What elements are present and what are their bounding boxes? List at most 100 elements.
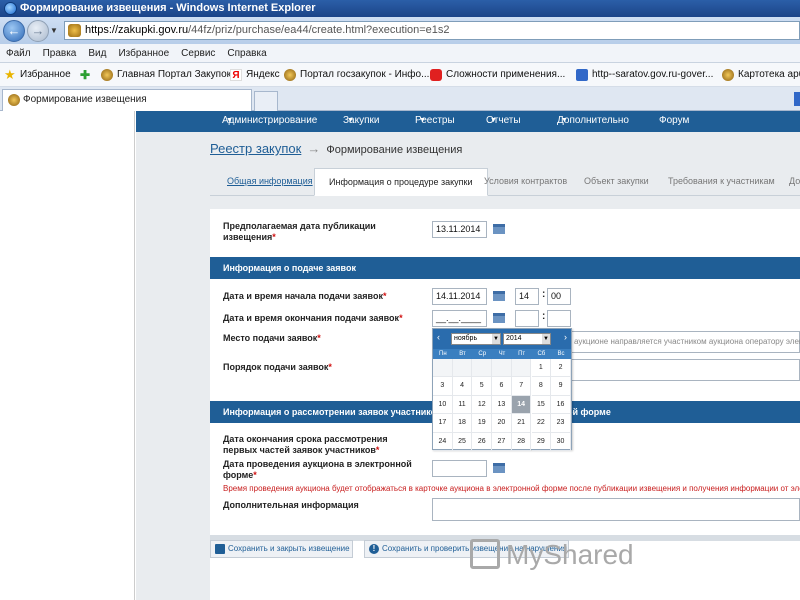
calendar-day[interactable]: 20 bbox=[492, 414, 512, 433]
calendar-day[interactable]: 7 bbox=[511, 377, 532, 396]
window-title-bar: Формирование извещения - Windows Interne… bbox=[0, 0, 800, 17]
tab-participant-requirements[interactable]: Требования к участникам bbox=[668, 168, 775, 196]
page-title: Формирование извещения bbox=[326, 144, 463, 156]
calendar-empty-cell bbox=[472, 359, 493, 378]
calendar-icon[interactable] bbox=[493, 291, 505, 301]
menu-edit[interactable]: Правка bbox=[37, 44, 83, 63]
calendar-day[interactable]: 28 bbox=[511, 432, 532, 451]
calendar-day[interactable]: 25 bbox=[452, 432, 473, 451]
calendar-icon[interactable] bbox=[493, 313, 505, 323]
start-hour-input[interactable]: 14 bbox=[515, 288, 539, 305]
calendar-day[interactable]: 26 bbox=[472, 432, 493, 451]
calendar-day[interactable]: 24 bbox=[433, 432, 453, 451]
end-minute-input[interactable] bbox=[547, 310, 571, 327]
forward-button[interactable]: → bbox=[27, 20, 49, 42]
calendar-day[interactable]: 5 bbox=[472, 377, 493, 396]
favorite-link-arbitration[interactable]: Картотека арб bbox=[722, 63, 800, 86]
favorites-button[interactable]: ★ Избранное bbox=[4, 63, 71, 86]
tab-general-info[interactable]: Общая информация bbox=[227, 168, 313, 196]
calendar-day[interactable]: 6 bbox=[492, 377, 512, 396]
home-icon[interactable] bbox=[794, 92, 800, 106]
chevron-left-icon[interactable]: ‹ bbox=[437, 332, 440, 342]
order-field[interactable] bbox=[570, 359, 800, 381]
tab-procedure-info[interactable]: Информация о процедуре закупки bbox=[314, 168, 488, 196]
calendar-day[interactable]: 14 bbox=[511, 395, 532, 415]
end-date-input[interactable]: __.__.____ bbox=[432, 310, 487, 327]
calendar-day[interactable]: 2 bbox=[551, 359, 571, 378]
chevron-down-icon: ▼ bbox=[561, 117, 568, 124]
left-blank-pane bbox=[0, 111, 135, 600]
menu-help[interactable]: Справка bbox=[221, 44, 272, 63]
calendar-empty-cell bbox=[511, 359, 532, 378]
calendar-day[interactable]: 12 bbox=[472, 395, 493, 415]
calendar-day[interactable]: 21 bbox=[511, 414, 532, 433]
add-favorites-icon[interactable]: ✚ bbox=[80, 63, 96, 86]
weekday-label: Вт bbox=[459, 351, 466, 357]
calendar-day[interactable]: 19 bbox=[472, 414, 493, 433]
menu-tools[interactable]: Сервис bbox=[175, 44, 221, 63]
section-applications-header: Информация о подаче заявок bbox=[210, 257, 800, 279]
calendar-day[interactable]: 16 bbox=[551, 395, 571, 415]
calendar-day[interactable]: 4 bbox=[452, 377, 473, 396]
calendar-day[interactable]: 8 bbox=[531, 377, 552, 396]
calendar-icon[interactable] bbox=[493, 463, 505, 473]
publication-date-input[interactable]: 13.11.2014 bbox=[432, 221, 487, 238]
browser-tab-active[interactable]: Формирование извещения bbox=[2, 89, 252, 111]
tab-contract-terms[interactable]: Условия контрактов bbox=[484, 168, 567, 196]
favorite-link-main-portal[interactable]: Главная Портал Закупок bbox=[101, 63, 231, 86]
youtube-icon bbox=[430, 69, 442, 81]
favorite-link-goszakupki[interactable]: Портал госзакупок - Инфо... bbox=[284, 63, 429, 86]
calendar-empty-cell bbox=[433, 359, 453, 378]
menu-view[interactable]: Вид bbox=[82, 44, 112, 63]
tab-purchase-object[interactable]: Объект закупки bbox=[584, 168, 649, 196]
calendar-icon[interactable] bbox=[493, 224, 505, 234]
address-path: /44fz/priz/purchase/ea44/create.html?exe… bbox=[188, 24, 450, 36]
calendar-day[interactable]: 10 bbox=[433, 395, 453, 415]
history-dropdown-icon[interactable]: ▼ bbox=[50, 26, 58, 35]
menu-file[interactable]: Файл bbox=[0, 44, 37, 63]
favorite-link-saratov[interactable]: http--saratov.gov.ru-gover... bbox=[576, 63, 713, 86]
chevron-down-icon: ▼ bbox=[226, 117, 233, 124]
calendar-day[interactable]: 15 bbox=[531, 395, 552, 415]
start-minute-input[interactable]: 00 bbox=[547, 288, 571, 305]
calendar-day[interactable]: 3 bbox=[433, 377, 453, 396]
calendar-day[interactable]: 29 bbox=[531, 432, 552, 451]
weekday-label: Вс bbox=[557, 351, 565, 357]
emblem-icon bbox=[284, 69, 296, 81]
emblem-icon bbox=[722, 69, 734, 81]
calendar-day[interactable]: 30 bbox=[551, 432, 571, 451]
calendar-day[interactable]: 23 bbox=[551, 414, 571, 433]
nav-forum[interactable]: Форум bbox=[659, 111, 689, 130]
end-hour-input[interactable] bbox=[515, 310, 539, 327]
back-button[interactable]: ← bbox=[3, 20, 25, 42]
calendar-day[interactable]: 11 bbox=[452, 395, 473, 415]
save-close-button[interactable]: Сохранить и закрыть извещение bbox=[210, 540, 353, 558]
calendar-day[interactable]: 1 bbox=[531, 359, 552, 378]
calendar-day[interactable]: 22 bbox=[531, 414, 552, 433]
tab-more[interactable]: До bbox=[789, 168, 800, 196]
order-label: Порядок подачи заявок* bbox=[223, 362, 332, 372]
year-select[interactable]: 2014 ▼ bbox=[503, 333, 551, 345]
menu-favorites[interactable]: Избранное bbox=[112, 44, 175, 63]
browser-tab-label: Формирование извещения bbox=[23, 94, 147, 105]
chevron-right-icon[interactable]: › bbox=[564, 332, 567, 342]
calendar-day[interactable]: 13 bbox=[492, 395, 512, 415]
breadcrumb-link-registry[interactable]: Реестр закупок bbox=[210, 141, 301, 156]
calendar-day[interactable]: 27 bbox=[492, 432, 512, 451]
new-tab-button[interactable] bbox=[254, 91, 278, 111]
start-date-input[interactable]: 14.11.2014 bbox=[432, 288, 487, 305]
emblem-icon bbox=[8, 94, 20, 106]
time-separator: : bbox=[542, 289, 546, 300]
auction-date-input[interactable] bbox=[432, 460, 487, 477]
month-select[interactable]: ноябрь ▼ bbox=[451, 333, 501, 345]
presentation-icon bbox=[470, 539, 500, 569]
favorite-link-yandex[interactable]: Я Яндекс bbox=[230, 63, 280, 86]
calendar-day[interactable]: 17 bbox=[433, 414, 453, 433]
calendar-day[interactable]: 9 bbox=[551, 377, 571, 396]
calendar-day[interactable]: 18 bbox=[452, 414, 473, 433]
favorite-link-difficulties[interactable]: Сложности применения... bbox=[430, 63, 565, 86]
address-input[interactable]: https://zakupki.gov.ru/44fz/priz/purchas… bbox=[64, 21, 800, 40]
document-icon bbox=[576, 69, 588, 81]
emblem-icon bbox=[101, 69, 113, 81]
extra-info-textarea[interactable] bbox=[432, 498, 800, 521]
